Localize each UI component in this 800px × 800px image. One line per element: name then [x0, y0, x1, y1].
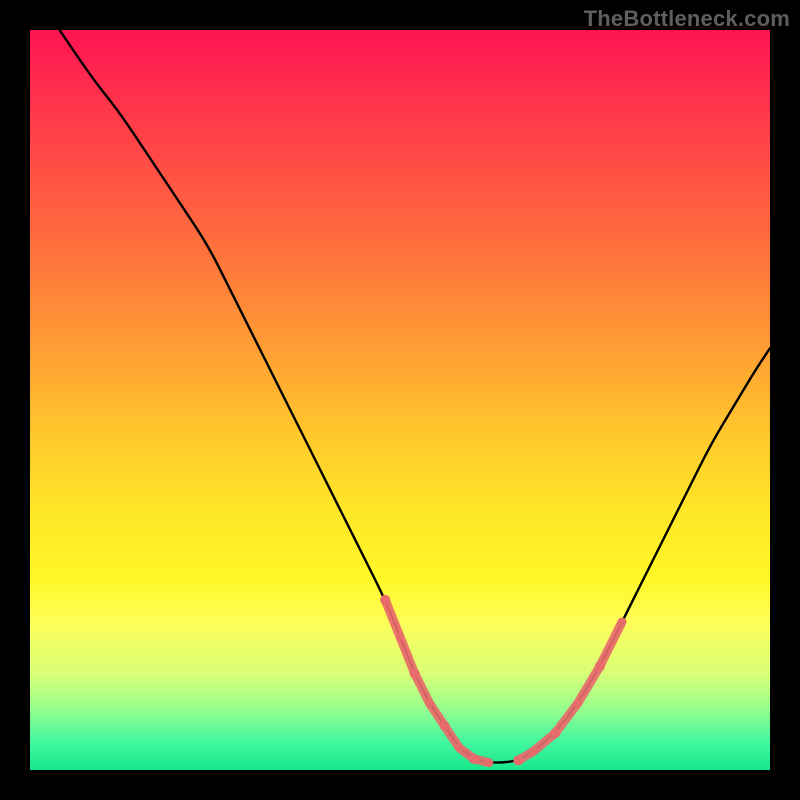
highlight-dot [550, 728, 560, 738]
plot-area [30, 30, 770, 770]
highlight-segment-1 [518, 622, 622, 760]
highlight-dot [574, 699, 582, 707]
highlight-dot [455, 744, 463, 752]
highlight-dot [380, 595, 390, 605]
highlight-dot [529, 747, 537, 755]
highlight-segment-0 [385, 600, 489, 763]
watermark-text: TheBottleneck.com [584, 6, 790, 32]
highlight-dot [485, 759, 493, 767]
highlight-dot [595, 661, 605, 671]
highlight-dot [469, 754, 479, 764]
highlight-dot [410, 669, 420, 679]
highlight-dot [426, 699, 434, 707]
chart-svg [30, 30, 770, 770]
highlight-dot [439, 721, 449, 731]
highlight-dot [513, 755, 523, 765]
highlight-dot [618, 618, 626, 626]
bottleneck-curve [60, 30, 770, 763]
chart-stage: TheBottleneck.com [0, 0, 800, 800]
highlight-dot [396, 633, 404, 641]
